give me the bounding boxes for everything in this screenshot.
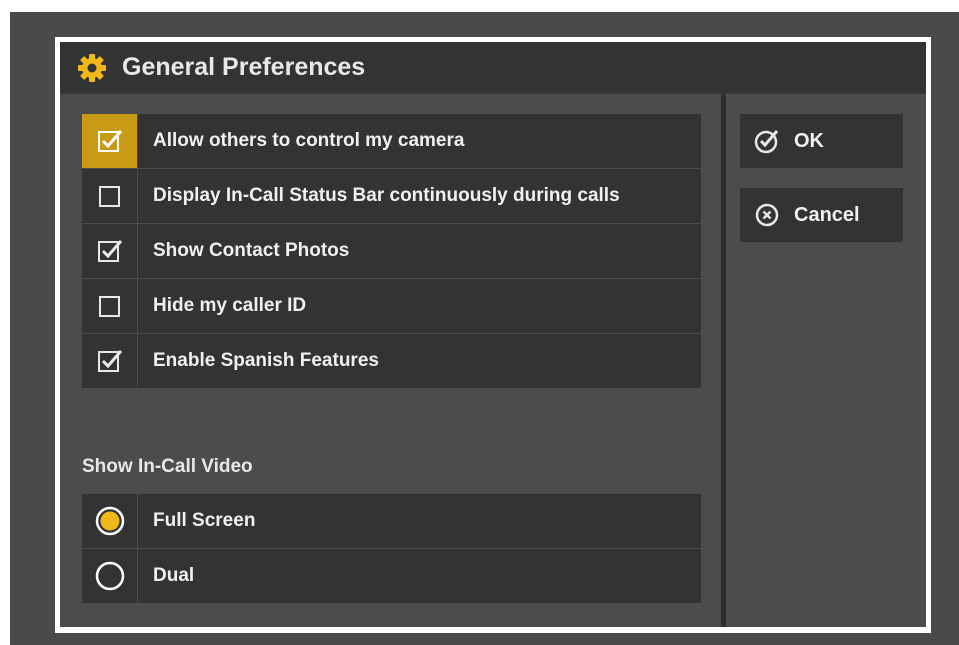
dialog-frame: General Preferences Allow others to cont… [55, 37, 931, 633]
option-allow-camera-control[interactable]: Allow others to control my camera [82, 114, 701, 168]
video-mode-list: Full Screen Dual [82, 494, 701, 604]
video-choice-dual[interactable]: Dual [82, 549, 701, 603]
option-label: Hide my caller ID [153, 295, 307, 316]
option-label: Show Contact Photos [153, 240, 350, 261]
gear-icon [76, 52, 108, 84]
options-panel: Allow others to control my camera Displa… [60, 94, 721, 627]
checkbox-unchecked-icon[interactable] [82, 279, 138, 333]
option-hide-caller-id[interactable]: Hide my caller ID [82, 279, 701, 333]
checkbox-checked-icon[interactable] [82, 114, 138, 168]
dialog-title: General Preferences [122, 53, 366, 81]
option-label: Allow others to control my camera [153, 130, 465, 151]
cancel-label: Cancel [794, 203, 860, 226]
video-choice-label: Full Screen [153, 510, 256, 531]
dialog-titlebar: General Preferences [60, 42, 926, 93]
checkbox-unchecked-icon[interactable] [82, 169, 138, 223]
radio-unselected-icon[interactable] [82, 549, 138, 603]
option-show-contact-photos[interactable]: Show Contact Photos [82, 224, 701, 278]
radio-selected-icon[interactable] [82, 494, 138, 548]
cancel-button[interactable]: Cancel [740, 188, 903, 242]
video-choice-label: Dual [153, 565, 195, 586]
cancel-circle-icon [754, 202, 780, 228]
ok-button[interactable]: OK [740, 114, 903, 168]
video-section-label: Show In-Call Video [82, 456, 253, 477]
preferences-list: Allow others to control my camera Displa… [82, 114, 701, 389]
checkbox-checked-icon[interactable] [82, 224, 138, 278]
option-display-status-bar[interactable]: Display In-Call Status Bar continuously … [82, 169, 701, 223]
option-label: Display In-Call Status Bar continuously … [153, 185, 620, 206]
general-preferences-dialog: General Preferences Allow others to cont… [60, 42, 926, 627]
checkbox-checked-icon[interactable] [82, 334, 138, 388]
actions-panel: OK Cancel [726, 94, 926, 627]
ok-label: OK [794, 129, 824, 152]
video-choice-full-screen[interactable]: Full Screen [82, 494, 701, 548]
option-enable-spanish-features[interactable]: Enable Spanish Features [82, 334, 701, 388]
check-circle-icon [754, 128, 780, 154]
option-label: Enable Spanish Features [153, 350, 379, 371]
